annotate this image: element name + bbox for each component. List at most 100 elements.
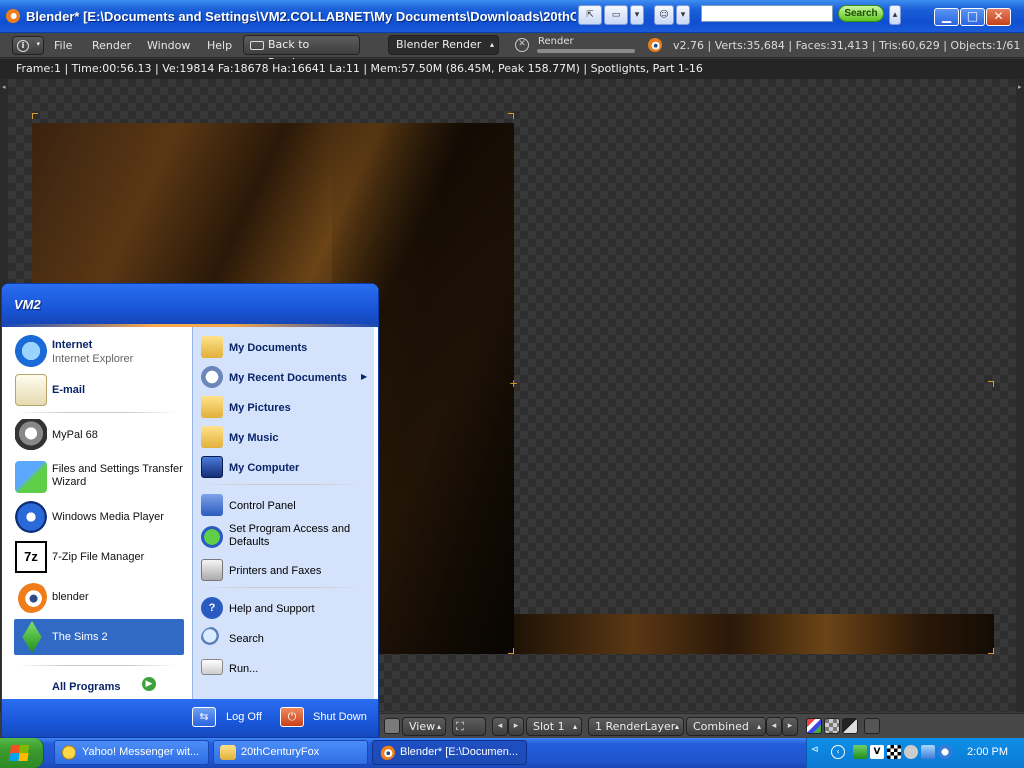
log-off-icon[interactable]: ⇆ [192, 707, 216, 727]
right-panel-toggle[interactable]: ▸ [1016, 79, 1024, 712]
tray-network-icon[interactable]: ⊲ [811, 745, 825, 759]
minimize-button[interactable]: ▁ [934, 8, 959, 26]
my-music-icon [201, 426, 223, 448]
search-button[interactable]: Search [838, 5, 884, 22]
toolbar-person-icon[interactable]: ☺ [654, 5, 674, 25]
tray-image-icon[interactable] [921, 745, 935, 759]
prev-pass-button[interactable]: ◂ [766, 717, 782, 736]
system-tray: ⊲ ‹ V 2:00 PM [806, 738, 1024, 768]
tray-v-icon[interactable]: V [870, 745, 884, 759]
all-programs-arrow-icon[interactable]: ▶ [142, 677, 156, 691]
render-result-strip [514, 614, 994, 654]
start-item-printers[interactable]: Printers and Faxes [193, 557, 371, 583]
start-item-sims2[interactable]: The Sims 2 [14, 619, 184, 655]
start-item-label: Help and Support [229, 603, 315, 615]
start-menu-header: VM2 [2, 284, 378, 324]
prev-slot-button[interactable]: ◂ [492, 717, 508, 736]
toolbar-arrows-icon[interactable]: ⇱ [578, 5, 602, 25]
start-item-recent-documents[interactable]: My Recent Documents ▶ [193, 364, 371, 390]
start-item-internet[interactable]: Internet Internet Explorer [7, 332, 187, 370]
toolbar-scroll-icon[interactable]: ▴ [889, 5, 901, 25]
close-button[interactable]: ✕ [986, 8, 1011, 26]
start-item-label: My Music [229, 432, 279, 444]
tray-checker-icon[interactable] [887, 745, 901, 759]
editor-type-button[interactable]: i ▾ [12, 36, 44, 55]
log-off-button[interactable]: Log Off [226, 711, 262, 723]
start-item-help[interactable]: ? Help and Support [193, 595, 371, 621]
shut-down-button[interactable]: Shut Down [313, 711, 367, 723]
region-select-icon: ⛶ [456, 720, 464, 733]
window-title-bar[interactable]: Blender* [E:\Documents and Settings\VM2.… [0, 0, 1024, 33]
start-item-email[interactable]: E-mail [7, 372, 187, 408]
toolbar-device-icon[interactable]: ▭ [604, 5, 628, 25]
view-menu-label: View [409, 720, 436, 733]
search-input[interactable] [701, 5, 833, 22]
back-to-previous-button[interactable]: Back to Previous [243, 35, 360, 69]
image-editor-type-icon[interactable] [384, 718, 400, 734]
start-item-my-music[interactable]: My Music [193, 424, 371, 450]
view-region-button[interactable]: ⛶ [452, 717, 486, 736]
mypal-icon [15, 419, 47, 451]
start-item-my-documents[interactable]: My Documents [193, 334, 371, 360]
slot-select[interactable]: Slot 1 ▴▾ [526, 717, 582, 748]
control-panel-icon [201, 494, 223, 516]
taskbar-button-yahoo[interactable]: Yahoo! Messenger wit... [54, 740, 209, 765]
tray-minus-icon[interactable] [904, 745, 918, 759]
render-pass-select[interactable]: Combined ▴▾ [686, 717, 766, 748]
menu-render[interactable]: Render [92, 39, 131, 52]
alpha-icon[interactable] [824, 718, 840, 734]
start-item-my-pictures[interactable]: My Pictures [193, 394, 371, 420]
toolbar-dropdown2-icon[interactable]: ▾ [676, 5, 690, 25]
shut-down-icon[interactable]: ⏻ [280, 707, 304, 727]
view-menu[interactable]: View ▴▾ [402, 717, 446, 748]
center-marker: + [509, 377, 519, 390]
all-programs-label[interactable]: All Programs [52, 681, 120, 693]
menu-file[interactable]: File [54, 39, 72, 52]
media-player-icon [15, 501, 47, 533]
start-item-label: My Computer [229, 462, 300, 474]
start-item-transfer-wizard[interactable]: Files and Settings Transfer Wizard [7, 457, 187, 497]
tray-update-icon[interactable] [938, 745, 952, 759]
start-button[interactable] [0, 738, 44, 768]
start-item-blender[interactable]: blender [7, 579, 187, 615]
start-item-label: Files and Settings Transfer [52, 463, 183, 475]
start-item-program-access[interactable]: Set Program Access and Defaults [193, 520, 371, 554]
z-buffer-icon[interactable] [842, 718, 858, 734]
blender-info-header: i ▾ File Render Window Help Back to Prev… [0, 33, 1024, 69]
recent-documents-icon [201, 366, 223, 388]
tray-expand-icon[interactable]: ‹ [831, 745, 845, 759]
next-slot-button[interactable]: ▸ [508, 717, 524, 736]
tray-monitor-icon[interactable] [853, 745, 867, 759]
start-item-search[interactable]: Search [193, 625, 371, 651]
start-item-mypal[interactable]: MyPal 68 [7, 417, 187, 453]
start-menu-places: My Documents My Recent Documents ▶ My Pi… [192, 327, 374, 699]
menu-help[interactable]: Help [207, 39, 232, 52]
color-alpha-icon[interactable] [806, 718, 822, 734]
blender-app-icon[interactable] [6, 9, 20, 23]
start-item-my-computer[interactable]: My Computer [193, 454, 371, 480]
next-pass-button[interactable]: ▸ [782, 717, 798, 736]
render-layer-select[interactable]: 1 RenderLayer ▴▾ [588, 717, 684, 748]
cancel-render-icon[interactable]: ✕ [515, 38, 529, 52]
start-menu: VM2 Internet Internet Explorer E-mail My… [1, 283, 379, 738]
image-editor-header: View ▴▾ ⛶ ◂ ▸ Slot 1 ▴▾ 1 RenderLayer ▴▾… [380, 713, 1024, 748]
render-engine-value: Blender Render [396, 38, 482, 51]
my-documents-icon [201, 336, 223, 358]
region-corner-marker [988, 648, 994, 654]
scene-stats: v2.76 | Verts:35,684 | Faces:31,413 | Tr… [673, 39, 1024, 52]
start-item-label: Search [229, 633, 264, 645]
start-item-7zip[interactable]: 7z 7-Zip File Manager [7, 539, 187, 575]
start-item-run[interactable]: Run... [193, 655, 371, 681]
menu-window[interactable]: Window [147, 39, 190, 52]
taskbar-button-blender[interactable]: Blender* [E:\Documen... [372, 740, 527, 765]
render-engine-select[interactable]: Blender Render ▴▾ [388, 35, 499, 67]
maximize-button[interactable]: □ [960, 8, 985, 26]
toolbar-dropdown-icon[interactable]: ▾ [630, 5, 644, 25]
help-icon: ? [201, 597, 223, 619]
taskbar-button-folder[interactable]: 20thCenturyFox [213, 740, 368, 765]
start-item-media-player[interactable]: Windows Media Player [7, 499, 187, 535]
start-item-control-panel[interactable]: Control Panel [193, 492, 371, 518]
7zip-icon: 7z [15, 541, 47, 573]
display-channels-icon[interactable] [864, 718, 880, 734]
slot-value: Slot 1 [533, 720, 565, 733]
